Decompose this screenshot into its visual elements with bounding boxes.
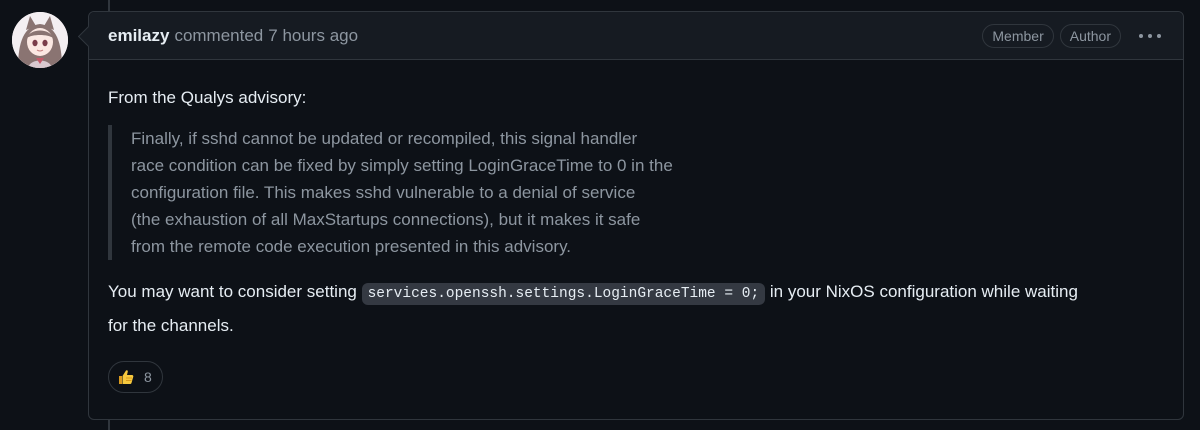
member-badge: Member	[982, 23, 1054, 48]
avatar[interactable]	[12, 12, 68, 68]
suggestion-text-line2: for the channels.	[108, 316, 234, 335]
suggestion-paragraph: You may want to consider setting service…	[108, 276, 1164, 341]
author-link[interactable]: emilazy	[108, 26, 169, 46]
quote-line: race condition can be fixed by simply se…	[131, 156, 673, 175]
quote-line: from the remote code execution presented…	[131, 237, 572, 256]
header-actions: Member Author	[976, 23, 1163, 48]
comment-box: emilazy commented 7 hours ago Member Aut…	[88, 11, 1184, 420]
suggestion-text-end: in your NixOS configuration while waitin…	[765, 282, 1078, 301]
comment-action: commented	[174, 25, 264, 45]
author-badge: Author	[1059, 23, 1121, 48]
inline-code: services.openssh.settings.LoginGraceTime…	[361, 283, 766, 305]
page: emilazy commented 7 hours ago Member Aut…	[0, 0, 1200, 430]
suggestion-text-start: You may want to consider setting	[108, 282, 362, 301]
reaction-count: 8	[144, 368, 152, 385]
comment-header: emilazy commented 7 hours ago Member Aut…	[89, 12, 1183, 60]
quote-line: Finally, if sshd cannot be updated or re…	[131, 129, 638, 148]
comment-body: From the Qualys advisory: Finally, if ss…	[89, 60, 1183, 394]
reactions-bar: 8	[108, 361, 1164, 394]
quote-line: (the exhaustion of all MaxStartups conne…	[131, 210, 641, 229]
thumbs-up-icon	[119, 370, 134, 384]
quote-line: configuration file. This makes sshd vuln…	[131, 183, 636, 202]
avatar-image	[12, 12, 68, 68]
kebab-horizontal-icon[interactable]	[1137, 26, 1163, 46]
intro-text: From the Qualys advisory:	[108, 88, 307, 107]
comment-timestamp[interactable]: 7 hours ago	[268, 26, 358, 46]
quote-block: Finally, if sshd cannot be updated or re…	[108, 125, 738, 260]
thumbs-up-reaction[interactable]: 8	[108, 361, 163, 393]
